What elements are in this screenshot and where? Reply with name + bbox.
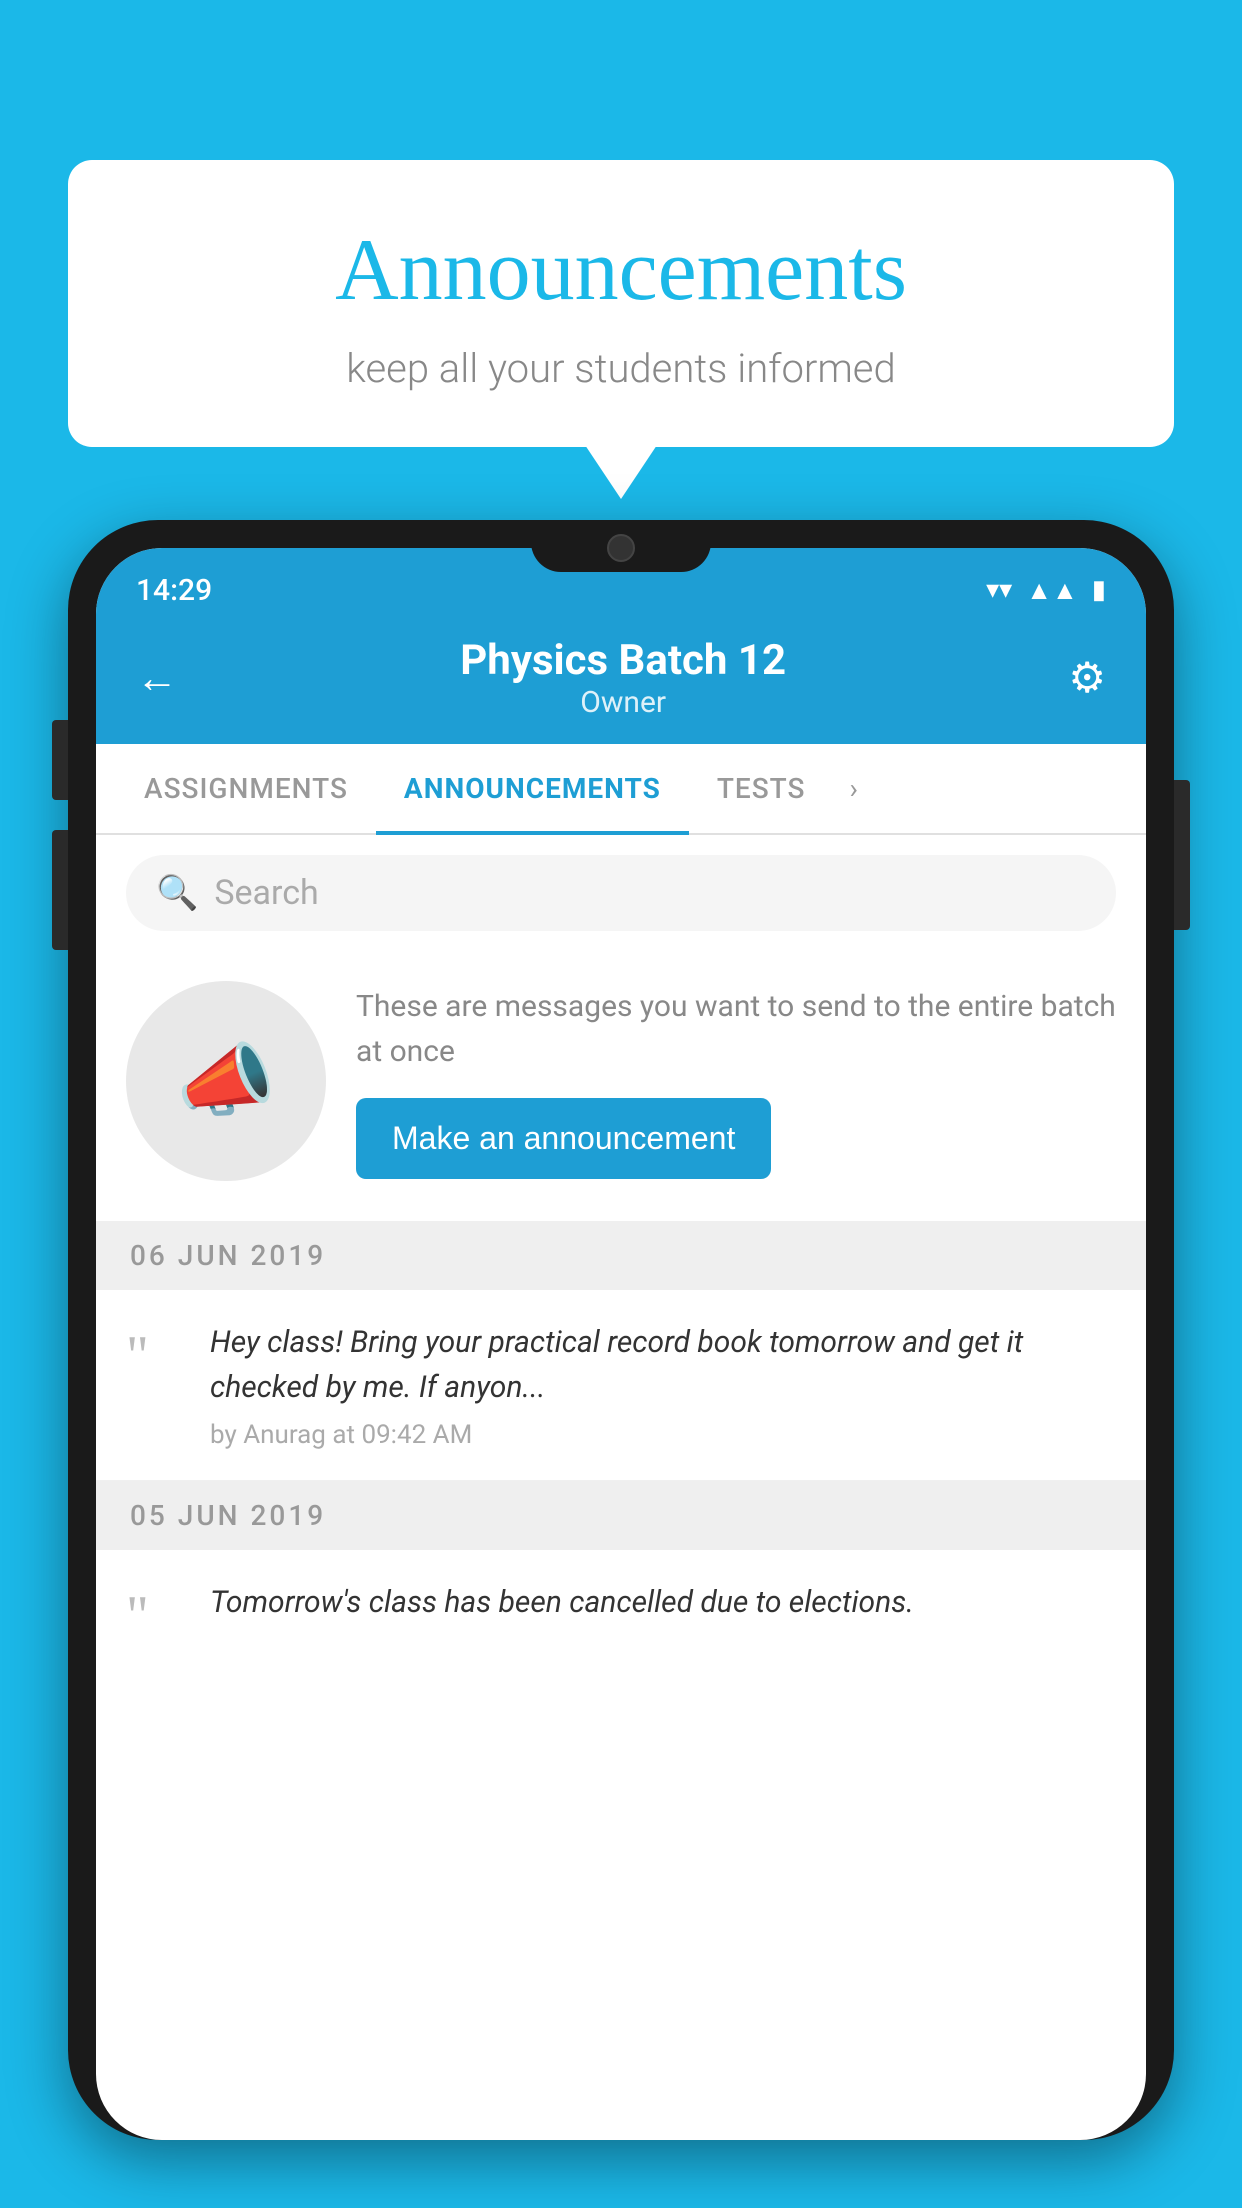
- promo-description: These are messages you want to send to t…: [356, 984, 1116, 1074]
- promo-icon-circle: 📣: [126, 981, 326, 1181]
- phone-mockup: 14:29 ▾▾ ▲▲ ▮ ← Physics Batch 12 Owner ⚙…: [68, 520, 1174, 2208]
- settings-button[interactable]: ⚙: [1068, 653, 1106, 703]
- tab-more[interactable]: ›: [833, 744, 873, 833]
- status-time: 14:29: [136, 573, 986, 608]
- phone-outer: 14:29 ▾▾ ▲▲ ▮ ← Physics Batch 12 Owner ⚙…: [68, 520, 1174, 2140]
- phone-button-right: [1174, 780, 1190, 930]
- announcement-item-1[interactable]: " Hey class! Bring your practical record…: [96, 1290, 1146, 1481]
- search-placeholder: Search: [214, 873, 318, 913]
- announcement-meta-1: by Anurag at 09:42 AM: [210, 1420, 1116, 1450]
- phone-button-left: [52, 720, 68, 800]
- signal-icon: ▲▲: [1026, 575, 1077, 606]
- phone-camera: [607, 534, 635, 562]
- date-divider-1: 06 JUN 2019: [96, 1221, 1146, 1290]
- quote-icon-1: ": [126, 1328, 186, 1384]
- tabs-bar: ASSIGNMENTS ANNOUNCEMENTS TESTS ›: [96, 744, 1146, 835]
- battery-icon: ▮: [1092, 575, 1106, 605]
- announcement-content-1: Hey class! Bring your practical record b…: [210, 1320, 1116, 1450]
- announcement-item-2[interactable]: " Tomorrow's class has been cancelled du…: [96, 1550, 1146, 1674]
- phone-notch: [531, 520, 711, 572]
- batch-title: Physics Batch 12: [178, 636, 1068, 685]
- header-center: Physics Batch 12 Owner: [178, 636, 1068, 720]
- announcement-content-2: Tomorrow's class has been cancelled due …: [210, 1580, 1116, 1635]
- make-announcement-button[interactable]: Make an announcement: [356, 1098, 771, 1179]
- announcement-text-2: Tomorrow's class has been cancelled due …: [210, 1580, 1116, 1625]
- search-container: 🔍 Search: [96, 835, 1146, 951]
- date-label-1: 06 JUN 2019: [130, 1239, 326, 1272]
- search-icon: 🔍: [156, 873, 198, 913]
- app-header: ← Physics Batch 12 Owner ⚙: [96, 618, 1146, 744]
- speech-bubble: Announcements keep all your students inf…: [68, 160, 1174, 447]
- speech-bubble-subtitle: keep all your students informed: [108, 345, 1134, 392]
- promo-section: 📣 These are messages you want to send to…: [96, 951, 1146, 1221]
- phone-screen: 14:29 ▾▾ ▲▲ ▮ ← Physics Batch 12 Owner ⚙…: [96, 548, 1146, 2140]
- speech-bubble-container: Announcements keep all your students inf…: [68, 160, 1174, 447]
- date-label-2: 05 JUN 2019: [130, 1499, 326, 1532]
- search-bar[interactable]: 🔍 Search: [126, 855, 1116, 931]
- tab-announcements[interactable]: ANNOUNCEMENTS: [376, 744, 689, 833]
- wifi-icon: ▾▾: [986, 575, 1012, 605]
- announcement-text-1: Hey class! Bring your practical record b…: [210, 1320, 1116, 1410]
- tab-assignments[interactable]: ASSIGNMENTS: [116, 744, 376, 833]
- tab-tests[interactable]: TESTS: [689, 744, 834, 833]
- back-button[interactable]: ←: [136, 654, 178, 703]
- promo-content: These are messages you want to send to t…: [356, 984, 1116, 1179]
- phone-button-left2: [52, 830, 68, 950]
- status-icons: ▾▾ ▲▲ ▮: [986, 575, 1106, 606]
- date-divider-2: 05 JUN 2019: [96, 1481, 1146, 1550]
- batch-role: Owner: [178, 685, 1068, 720]
- quote-icon-2: ": [126, 1588, 186, 1644]
- megaphone-icon: 📣: [176, 1034, 276, 1128]
- speech-bubble-title: Announcements: [108, 220, 1134, 321]
